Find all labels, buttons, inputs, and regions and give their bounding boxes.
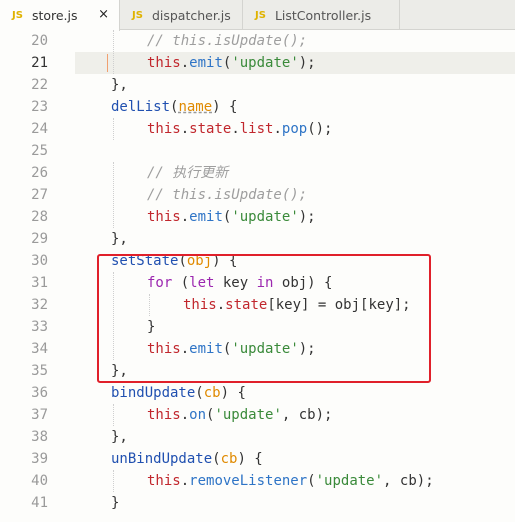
js-file-icon: JS xyxy=(132,9,143,21)
code-line-29: }, xyxy=(111,231,128,247)
code-line-41: } xyxy=(111,495,120,511)
line-number: 38 xyxy=(31,429,48,445)
code-line-20: // this.isUpdate(); xyxy=(147,33,308,49)
line-number: 32 xyxy=(31,297,48,313)
line-number: 28 xyxy=(31,209,48,225)
code-line-40: this.removeListener('update', cb); xyxy=(147,473,434,489)
line-number: 36 xyxy=(31,385,48,401)
line-number: 35 xyxy=(31,363,48,379)
highlight-annotation-box xyxy=(97,254,431,383)
indent-guide xyxy=(113,30,114,74)
line-number: 30 xyxy=(31,253,48,269)
tab-label: dispatcher.js xyxy=(151,7,231,23)
line-number: 31 xyxy=(31,275,48,291)
line-number: 34 xyxy=(31,341,48,357)
line-number: 22 xyxy=(31,77,48,93)
line-number: 41 xyxy=(31,495,48,511)
close-icon[interactable]: × xyxy=(98,7,109,22)
js-file-icon: JS xyxy=(255,9,266,21)
tab-store-js[interactable]: JS store.js × xyxy=(0,0,120,31)
line-number-current: 21 xyxy=(31,55,48,71)
line-number: 40 xyxy=(31,473,48,489)
tab-listcontroller-js[interactable]: JS ListController.js xyxy=(243,0,400,30)
indent-guide xyxy=(113,404,114,426)
line-number: 33 xyxy=(31,319,48,335)
code-line-26: // 执行更新 xyxy=(147,165,229,181)
tab-dispatcher-js[interactable]: JS dispatcher.js xyxy=(120,0,243,30)
line-number-gutter: 20 21 22 23 24 25 26 27 28 29 30 31 32 3… xyxy=(0,30,75,522)
indent-guide xyxy=(113,162,114,228)
code-line-37: this.on('update', cb); xyxy=(147,407,333,423)
indent-guide xyxy=(113,118,114,140)
code-line-39: unBindUpdate(cb) { xyxy=(111,451,263,467)
line-number: 37 xyxy=(31,407,48,423)
indent-guide xyxy=(113,470,114,492)
line-number: 26 xyxy=(31,165,48,181)
code-line-24: this.state.list.pop(); xyxy=(147,121,333,137)
tab-bar: JS store.js × JS dispatcher.js JS ListCo… xyxy=(0,0,515,31)
tab-label: store.js xyxy=(31,8,78,23)
text-cursor xyxy=(107,54,108,72)
line-number: 27 xyxy=(31,187,48,203)
line-number: 29 xyxy=(31,231,48,247)
js-file-icon: JS xyxy=(12,10,23,21)
code-line-27: // this.isUpdate(); xyxy=(147,187,308,203)
code-line-28: this.emit('update'); xyxy=(147,209,316,225)
line-number: 23 xyxy=(31,99,48,115)
code-line-36: bindUpdate(cb) { xyxy=(111,385,246,401)
code-line-21: this.emit('update'); xyxy=(147,55,316,71)
tab-label: ListController.js xyxy=(274,7,372,23)
line-number: 25 xyxy=(31,143,48,159)
line-number: 39 xyxy=(31,451,48,467)
line-number: 24 xyxy=(31,121,48,137)
code-line-38: }, xyxy=(111,429,128,445)
code-line-23: delList(name) { xyxy=(111,99,238,115)
code-line-22: }, xyxy=(111,77,128,93)
line-number: 20 xyxy=(31,33,48,49)
